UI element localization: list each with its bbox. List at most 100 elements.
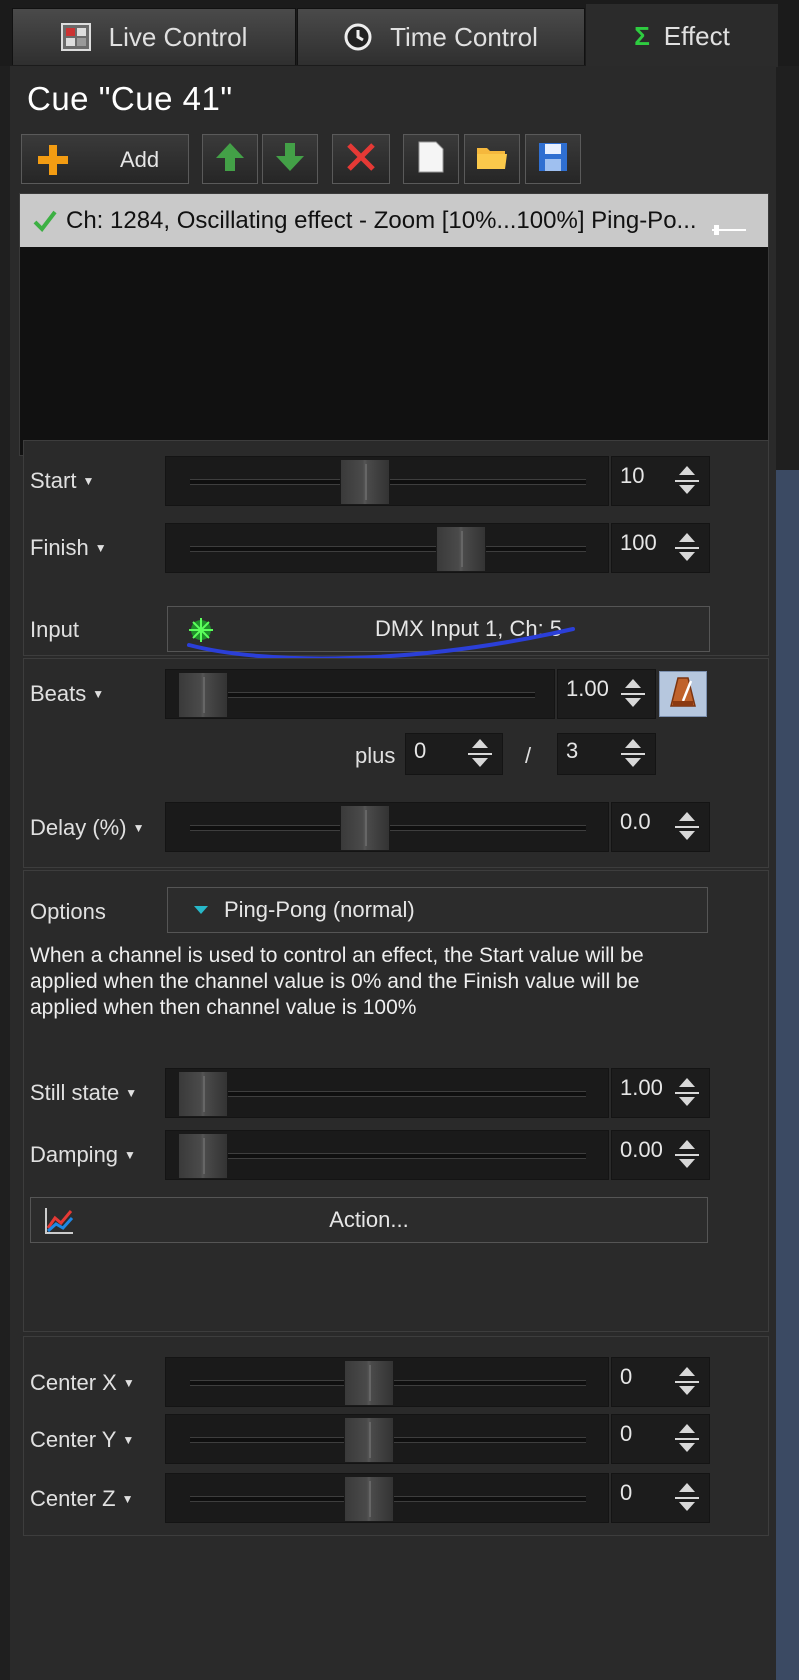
beats-slider-thumb[interactable] bbox=[178, 672, 228, 718]
delay-slider-thumb[interactable] bbox=[339, 805, 390, 851]
move-down-button[interactable] bbox=[262, 134, 318, 184]
still-state-value: 1.00 bbox=[620, 1075, 663, 1100]
folder-icon bbox=[475, 142, 509, 177]
beats-label[interactable]: Beats ▼ bbox=[30, 679, 104, 709]
finish-value-field[interactable]: 100 bbox=[611, 523, 710, 573]
center-x-label-text: Center X bbox=[30, 1370, 117, 1395]
caret-down-icon: ▼ bbox=[132, 821, 145, 835]
plus-value: 0 bbox=[414, 738, 427, 763]
spin-buttons-icon[interactable] bbox=[613, 734, 655, 774]
move-up-button[interactable] bbox=[202, 134, 258, 184]
options-dropdown[interactable]: Ping-Pong (normal) bbox=[167, 887, 708, 933]
action-button[interactable]: Action... bbox=[30, 1197, 708, 1243]
spin-buttons-icon[interactable] bbox=[667, 1131, 709, 1179]
center-y-value-field[interactable]: 0 bbox=[611, 1414, 710, 1464]
spin-buttons-icon[interactable] bbox=[460, 734, 502, 774]
spin-buttons-icon[interactable] bbox=[667, 1474, 709, 1522]
still-state-label-text: Still state bbox=[30, 1080, 120, 1105]
right-panel-edge bbox=[776, 0, 799, 1680]
start-label[interactable]: Start ▼ bbox=[30, 466, 94, 496]
center-y-slider-thumb[interactable] bbox=[343, 1417, 394, 1463]
divisor-value-field[interactable]: 3 bbox=[557, 733, 656, 775]
still-state-label[interactable]: Still state ▼ bbox=[30, 1078, 137, 1108]
delay-label[interactable]: Delay (%) ▼ bbox=[30, 813, 144, 843]
spin-buttons-icon[interactable] bbox=[667, 524, 709, 572]
delete-x-icon bbox=[344, 140, 378, 179]
caret-down-icon: ▼ bbox=[122, 1433, 135, 1447]
tab-live-control[interactable]: Live Control bbox=[12, 8, 296, 65]
beats-value: 1.00 bbox=[566, 676, 609, 701]
caret-down-icon: ▼ bbox=[121, 1492, 134, 1506]
start-value-field[interactable]: 10 bbox=[611, 456, 710, 506]
center-z-slider[interactable] bbox=[165, 1473, 609, 1523]
sigma-icon: Σ bbox=[634, 20, 650, 51]
list-item[interactable]: Ch: 1284, Oscillating effect - Zoom [10%… bbox=[20, 194, 768, 247]
delay-slider[interactable] bbox=[165, 802, 609, 852]
options-label: Options bbox=[30, 899, 106, 924]
save-disk-icon bbox=[536, 140, 570, 179]
center-x-slider-thumb[interactable] bbox=[343, 1360, 394, 1406]
center-z-slider-thumb[interactable] bbox=[343, 1476, 394, 1522]
metronome-button[interactable] bbox=[659, 671, 707, 717]
tab-effect[interactable]: Σ Effect bbox=[586, 4, 778, 67]
spin-buttons-icon[interactable] bbox=[667, 1415, 709, 1463]
save-button[interactable] bbox=[525, 134, 581, 184]
damping-value-field[interactable]: 0.00 bbox=[611, 1130, 710, 1180]
divider-label: / bbox=[525, 743, 532, 768]
center-x-label[interactable]: Center X ▼ bbox=[30, 1368, 135, 1398]
options-description: When a channel is used to control an eff… bbox=[30, 944, 644, 1019]
new-document-icon bbox=[416, 140, 446, 179]
start-slider[interactable] bbox=[165, 456, 609, 506]
center-y-slider[interactable] bbox=[165, 1414, 609, 1464]
open-button[interactable] bbox=[464, 134, 520, 184]
add-button[interactable]: Add bbox=[21, 134, 189, 184]
caret-down-icon: ▼ bbox=[82, 474, 95, 488]
spin-buttons-icon[interactable] bbox=[667, 803, 709, 851]
beats-slider[interactable] bbox=[165, 669, 555, 719]
delay-value-field[interactable]: 0.0 bbox=[611, 802, 710, 852]
still-state-slider[interactable] bbox=[165, 1068, 609, 1118]
center-z-value-field[interactable]: 0 bbox=[611, 1473, 710, 1523]
divisor-value: 3 bbox=[566, 738, 579, 763]
spin-buttons-icon[interactable] bbox=[613, 670, 655, 718]
tab-bar: Live Control Time Control Σ Effect bbox=[0, 0, 799, 67]
finish-slider[interactable] bbox=[165, 523, 609, 573]
spin-buttons-icon[interactable] bbox=[667, 1069, 709, 1117]
still-state-slider-thumb[interactable] bbox=[178, 1071, 228, 1117]
center-x-value-field[interactable]: 0 bbox=[611, 1357, 710, 1407]
clock-icon bbox=[344, 23, 372, 51]
live-control-icon bbox=[60, 23, 91, 51]
damping-label[interactable]: Damping ▼ bbox=[30, 1140, 136, 1170]
finish-slider-thumb[interactable] bbox=[435, 526, 486, 572]
chart-graph-icon bbox=[43, 1206, 75, 1242]
spin-buttons-icon[interactable] bbox=[667, 457, 709, 505]
caret-down-icon: ▼ bbox=[124, 1148, 136, 1162]
action-button-label: Action... bbox=[329, 1207, 409, 1232]
center-y-value: 0 bbox=[620, 1421, 633, 1446]
spin-buttons-icon[interactable] bbox=[667, 1358, 709, 1406]
beats-value-field[interactable]: 1.00 bbox=[557, 669, 656, 719]
start-slider-thumb[interactable] bbox=[339, 459, 390, 505]
finish-label[interactable]: Finish ▼ bbox=[30, 533, 107, 563]
plus-icon bbox=[36, 143, 70, 182]
delay-label-text: Delay (%) bbox=[30, 815, 127, 840]
delete-button[interactable] bbox=[332, 134, 390, 184]
cue-title: Cue "Cue 41" bbox=[27, 80, 233, 117]
plus-value-field[interactable]: 0 bbox=[405, 733, 503, 775]
center-y-label[interactable]: Center Y ▼ bbox=[30, 1425, 134, 1455]
center-z-label[interactable]: Center Z ▼ bbox=[30, 1484, 133, 1514]
effect-list[interactable]: Ch: 1284, Oscillating effect - Zoom [10%… bbox=[19, 193, 769, 456]
finish-label-text: Finish bbox=[30, 535, 89, 560]
tab-time-control-label: Time Control bbox=[390, 21, 538, 52]
add-button-label: Add bbox=[120, 147, 160, 172]
center-x-slider[interactable] bbox=[165, 1357, 609, 1407]
tab-time-control[interactable]: Time Control bbox=[297, 8, 585, 65]
damping-slider-thumb[interactable] bbox=[178, 1133, 228, 1179]
damping-slider[interactable] bbox=[165, 1130, 609, 1180]
new-button[interactable] bbox=[403, 134, 459, 184]
center-y-label-text: Center Y bbox=[30, 1427, 117, 1452]
still-state-value-field[interactable]: 1.00 bbox=[611, 1068, 710, 1118]
caret-down-icon: ▼ bbox=[92, 687, 105, 701]
dropdown-triangle-icon bbox=[194, 906, 208, 914]
caret-down-icon: ▼ bbox=[94, 541, 107, 555]
